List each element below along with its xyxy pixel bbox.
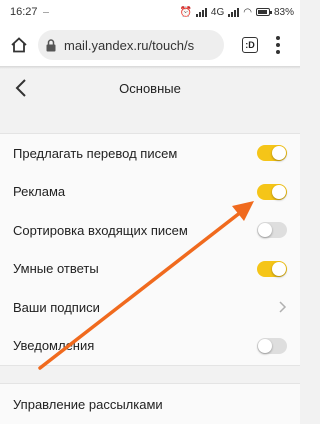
lock-icon [46,38,58,52]
browser-toolbar: mail.yandex.ru/touch/s :D [0,24,300,66]
alarm-icon: ⏰ [179,6,192,18]
settings-list: Предлагать перевод писем Реклама Сортиро… [0,133,300,366]
setting-sort-inbox[interactable]: Сортировка входящих писем [0,211,300,250]
page-header: Основные [0,68,300,108]
setting-translate-letters[interactable]: Предлагать перевод писем [0,134,300,173]
setting-signatures[interactable]: Ваши подписи [0,288,300,327]
settings-list-2: Управление рассылками [0,383,300,424]
setting-label: Сортировка входящих писем [13,222,188,238]
setting-label: Умные ответы [13,261,99,277]
home-icon[interactable] [8,34,30,56]
signal-icon [195,7,207,17]
setting-label: Предлагать перевод писем [13,145,178,161]
notifications-toggle[interactable] [257,337,287,354]
address-bar[interactable]: mail.yandex.ru/touch/s [38,30,224,60]
url-text: mail.yandex.ru/touch/s [64,37,195,53]
setting-ads[interactable]: Реклама [0,173,300,212]
tabs-button[interactable]: :D [242,37,258,53]
setting-label: Ваши подписи [13,299,100,315]
translate-toggle[interactable] [257,145,287,162]
back-arrow-icon[interactable] [12,77,32,99]
setting-label: Реклама [13,184,66,200]
setting-label: Управление рассылками [13,396,163,412]
more-notifications-icon: ··· [42,7,50,17]
overflow-menu-icon[interactable] [276,36,280,54]
wifi-icon: ◠ [243,6,252,18]
status-time: 16:27 [10,6,38,18]
battery-icon [255,8,272,16]
sort-inbox-toggle[interactable] [257,222,287,239]
ads-toggle[interactable] [257,183,287,200]
network-type: 4G [210,6,225,18]
page-title: Основные [119,80,181,96]
setting-notifications[interactable]: Уведомления [0,327,300,366]
status-bar: 16:27 ··· ⏰ 4G ◠ 83% [0,0,300,24]
battery-percent: 83% [273,6,294,18]
setting-label: Уведомления [13,338,95,354]
setting-smart-replies[interactable]: Умные ответы [0,250,300,289]
smart-replies-toggle[interactable] [257,260,287,277]
signal-icon-2 [228,7,240,17]
chevron-right-icon [279,301,287,313]
setting-mailing-management[interactable]: Управление рассылками [0,384,300,424]
